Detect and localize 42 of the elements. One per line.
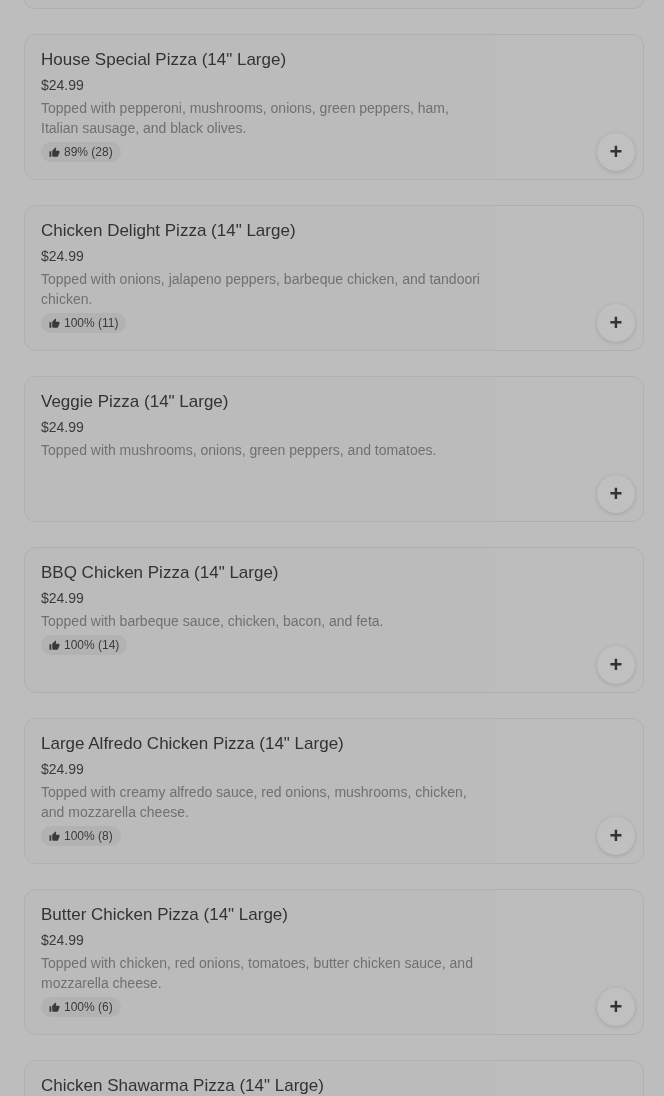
item-price: $24.99 bbox=[41, 760, 84, 779]
menu-item-card[interactable]: Large Alfredo Chicken Pizza (14" Large) $24.99 Topped with creamy alfredo sauce, red onions, mushrooms, chicken, and mozzarella cheese. 100% (8) + bbox=[24, 718, 644, 864]
item-price: $24.99 bbox=[41, 931, 84, 950]
rating-text: 89% (28) bbox=[64, 145, 113, 159]
menu-item-card[interactable]: House Special Pizza (14" Large) $24.99 Topped with pepperoni, mushrooms, onions, green peppers, ham, Italian sausage, and black olives. 89% (28) + bbox=[24, 34, 644, 180]
item-name: House Special Pizza (14" Large) bbox=[41, 49, 287, 71]
item-description: Topped with onions, jalapeno peppers, barbeque chicken, and tandoori chicken. bbox=[41, 270, 481, 309]
add-button[interactable]: + bbox=[597, 817, 635, 855]
item-price: $24.99 bbox=[41, 247, 84, 266]
item-description: Topped with creamy alfredo sauce, red onions, mushrooms, chicken, and mozzarella cheese. bbox=[41, 783, 468, 822]
thumbs-up-icon bbox=[49, 317, 60, 329]
item-description: Topped with chicken, red onions, tomatoes, butter chicken sauce, and mozzarella cheese. bbox=[41, 954, 474, 993]
item-name: Large Alfredo Chicken Pizza (14" Large) bbox=[41, 733, 344, 755]
rating-text: 100% (8) bbox=[64, 829, 113, 843]
thumbs-up-icon bbox=[49, 1001, 60, 1013]
add-button[interactable]: + bbox=[597, 304, 635, 342]
item-description: Topped with mushrooms, onions, green peppers, and tomatoes. bbox=[41, 441, 437, 460]
menu-item-card[interactable]: Chicken Shawarma Pizza (14" Large) bbox=[24, 1060, 644, 1096]
add-button[interactable]: + bbox=[597, 988, 635, 1026]
add-button[interactable]: + bbox=[597, 475, 635, 513]
rating-text: 100% (14) bbox=[64, 638, 120, 652]
thumbs-up-icon bbox=[49, 146, 60, 158]
add-button[interactable]: + bbox=[597, 646, 635, 684]
item-price: $24.99 bbox=[41, 589, 84, 608]
item-price: $24.99 bbox=[41, 76, 84, 95]
add-button[interactable]: + bbox=[597, 133, 635, 171]
rating-text: 100% (11) bbox=[64, 316, 119, 330]
thumbs-up-icon bbox=[49, 830, 60, 842]
item-name: Butter Chicken Pizza (14" Large) bbox=[41, 904, 288, 926]
item-name: Chicken Delight Pizza (14" Large) bbox=[41, 220, 296, 242]
item-name: Chicken Shawarma Pizza (14" Large) bbox=[41, 1075, 324, 1096]
item-name: BBQ Chicken Pizza (14" Large) bbox=[41, 562, 279, 584]
menu-item-card[interactable]: BBQ Chicken Pizza (14" Large) $24.99 Topped with barbeque sauce, chicken, bacon, and feta. 100% (14) + bbox=[24, 547, 644, 693]
menu-item-card[interactable]: Butter Chicken Pizza (14" Large) $24.99 Topped with chicken, red onions, tomatoes, butter chicken sauce, and mozzarella cheese. 100% (6) + bbox=[24, 889, 644, 1035]
item-name: Veggie Pizza (14" Large) bbox=[41, 391, 229, 413]
rating-text: 100% (6) bbox=[64, 1000, 113, 1014]
item-description: Topped with barbeque sauce, chicken, bacon, and feta. bbox=[41, 612, 384, 631]
item-price: $24.99 bbox=[41, 418, 84, 437]
menu-item-card[interactable]: Chicken Delight Pizza (14" Large) $24.99 Topped with onions, jalapeno peppers, barbeque chicken, and tandoori chicken. 100% (11) + bbox=[24, 205, 644, 351]
item-description: Topped with pepperoni, mushrooms, onions, green peppers, ham, Italian sausage, and black olives. bbox=[41, 99, 450, 138]
thumbs-up-icon bbox=[49, 639, 60, 651]
menu-item-card[interactable]: Veggie Pizza (14" Large) $24.99 Topped with mushrooms, onions, green peppers, and tomatoes. + bbox=[24, 376, 644, 522]
